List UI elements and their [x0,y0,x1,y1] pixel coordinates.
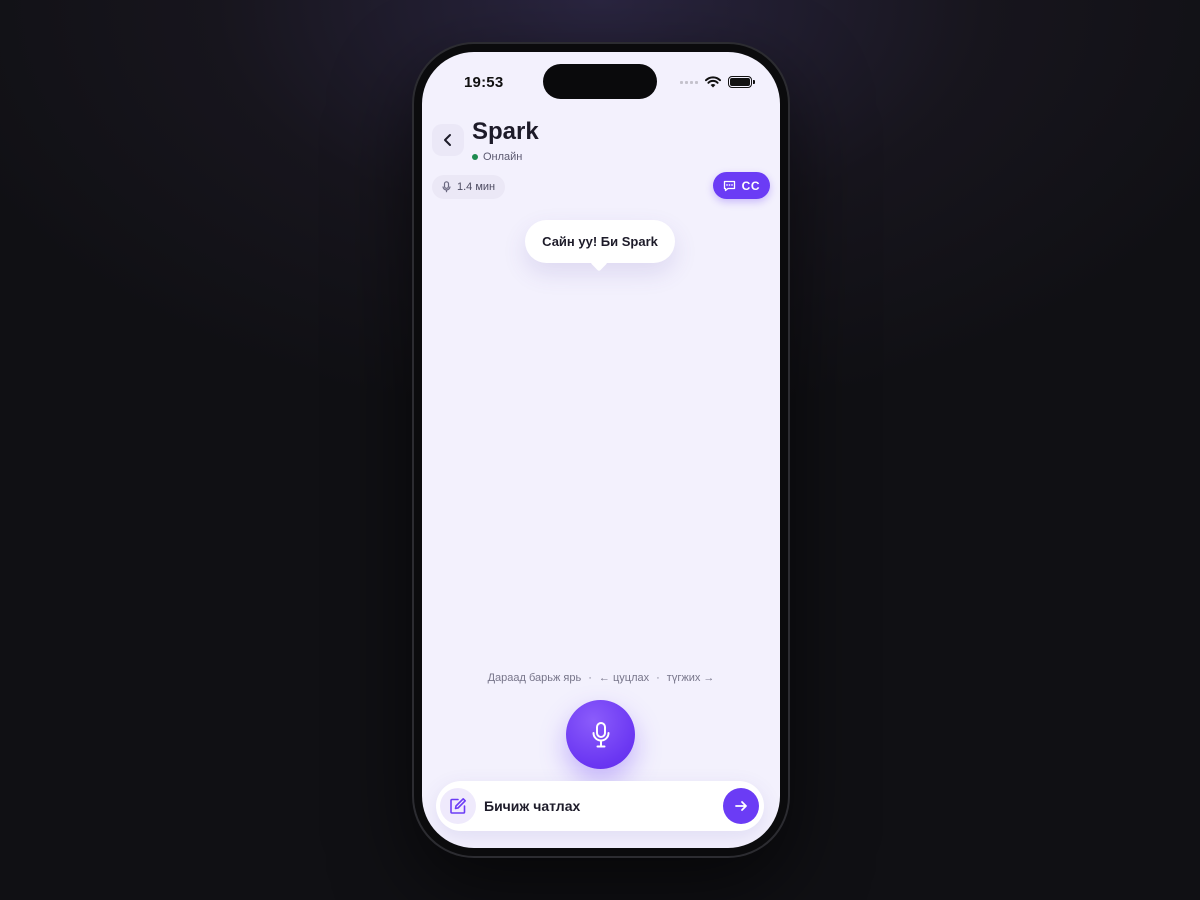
captions-label: CC [741,178,760,193]
hint-separator: · [656,672,660,684]
wifi-icon [705,76,721,88]
compose-button[interactable] [440,788,476,824]
arrow-right-icon [735,801,747,811]
gesture-hint: Дараад барьж ярь · ← цуцлах · түгжих → [422,672,780,684]
chevron-left-icon [444,134,451,146]
battery-icon [728,76,755,88]
text-composer[interactable]: Бичиж чатлах [436,781,764,831]
captions-button[interactable]: CC [712,172,770,199]
app-screen: 19:53 Spark Онлайн 1.4 мин CC Сайн уу! Б… [422,52,780,848]
online-dot-icon [472,154,478,160]
greeting-bubble: Сайн уу! Би Spark [525,220,675,263]
page-title: Spark [472,118,539,145]
composer-label[interactable]: Бичиж чатлах [484,798,580,814]
duration-value: 1.4 мин [457,181,496,193]
mic-icon [592,721,609,747]
send-button[interactable] [723,788,759,824]
status-icons [680,76,755,88]
back-button[interactable] [432,124,464,156]
hint-send: түгжих → [666,672,715,684]
compose-icon [450,798,466,814]
greeting-text: Сайн уу! Би Spark [542,234,658,249]
caption-icon [723,180,735,191]
mic-icon [442,181,451,193]
hint-cancel: ← цуцлах [598,672,650,684]
push-to-talk-button[interactable] [566,700,635,769]
dynamic-island [543,64,657,99]
status-bar: 19:53 [422,52,780,108]
hint-separator: · [588,672,592,684]
status-time: 19:53 [464,74,504,91]
phone-frame: 19:53 Spark Онлайн 1.4 мин CC Сайн уу! Б… [414,44,788,856]
hint-hold: Дараад барьж ярь [487,672,582,684]
presence-status: Онлайн [472,151,522,163]
signal-icon [680,80,698,84]
presence-label: Онлайн [483,151,523,163]
duration-badge: 1.4 мин [432,175,506,199]
